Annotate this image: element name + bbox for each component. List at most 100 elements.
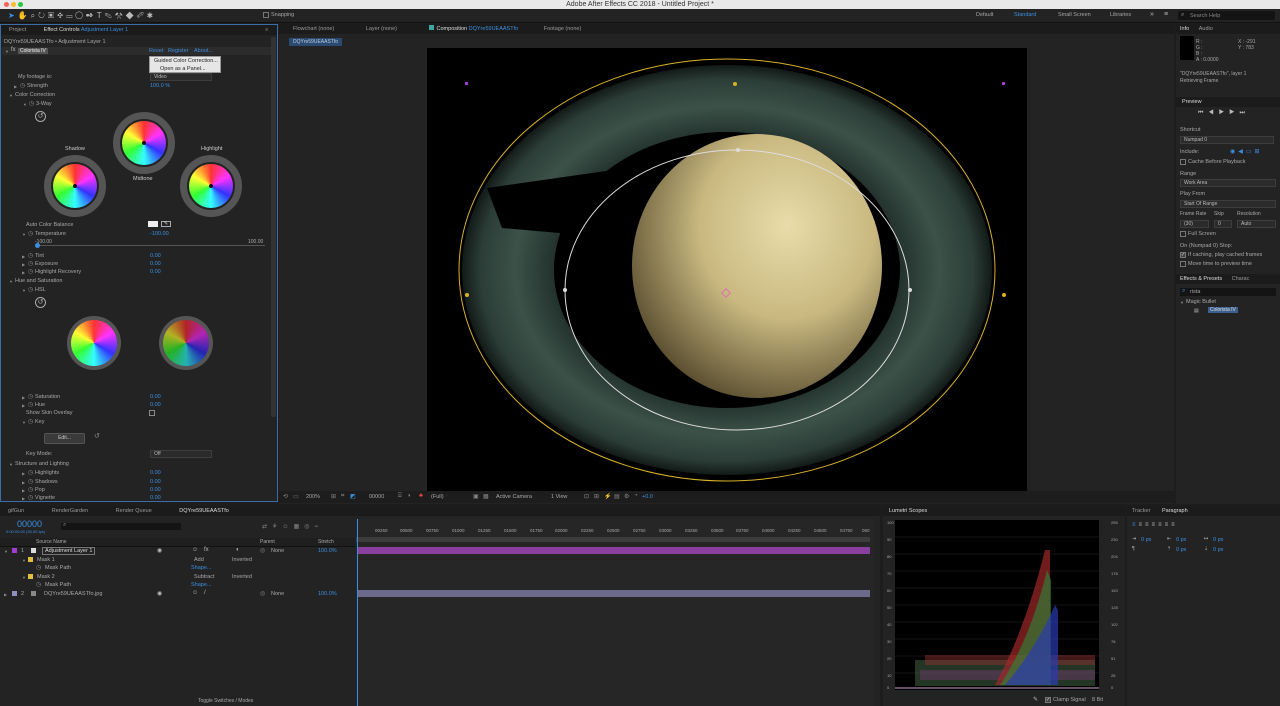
hand-tool-icon[interactable]: ✋ [18, 11, 31, 20]
tab-preview[interactable]: Preview [1176, 97, 1208, 107]
layer2-pickwhip-icon[interactable]: ◎ [260, 590, 265, 597]
ellipse-tool-icon[interactable]: ◯ [75, 11, 85, 20]
views-select[interactable]: 1 View [551, 494, 567, 500]
pop-stopwatch-icon[interactable]: ◷ [28, 486, 33, 493]
show-snapshot-icon[interactable]: ◐ [408, 493, 412, 499]
play-icon[interactable]: ▶ [1219, 110, 1229, 116]
space-before-value[interactable]: 0 px [1176, 547, 1186, 553]
exposure-value[interactable]: 0.00 [150, 261, 161, 267]
fast-previews-icon[interactable]: ⚡ [604, 493, 611, 500]
table-row[interactable]: ▶ 2 DQYre59UEAASTfo.jpg ◉ ☺ / ◎ None 100… [0, 590, 355, 598]
layer2-stretch-value[interactable]: 100.0% [318, 591, 337, 597]
tab-layer[interactable]: Layer (none) [358, 24, 405, 34]
edit-key-button[interactable]: Edit... [44, 433, 85, 444]
pop-value[interactable]: 0.00 [150, 487, 161, 493]
time-ruler[interactable]: 00250 00500 00750 01000 01250 01500 0175… [356, 528, 874, 537]
fx-switch-icon[interactable]: fx [204, 547, 209, 553]
tab-info[interactable]: Info [1176, 24, 1193, 34]
mask-path-row[interactable]: ◷ Mask Path Shape... [0, 564, 355, 572]
indent-left-value[interactable]: 0 px [1141, 537, 1151, 543]
move-time-checkbox[interactable] [1180, 261, 1186, 267]
open-as-panel-item[interactable]: Open as a Panel... [160, 66, 206, 72]
tint-stopwatch-icon[interactable]: ◷ [28, 252, 33, 259]
hsl-wheel-2[interactable] [163, 320, 209, 366]
toggle-switches-modes[interactable]: Toggle Switches / Modes [198, 698, 253, 704]
shy-switch-icon[interactable]: ☺ [192, 547, 198, 553]
layer-name[interactable]: Adjustment Layer 1 [42, 547, 96, 555]
magic-bullet-folder[interactable]: Magic Bullet [1186, 299, 1216, 305]
skip-select[interactable]: 0 [1214, 220, 1232, 228]
mask-path-row[interactable]: ◷ Mask Path Shape... [0, 581, 355, 589]
mask1-shape-link[interactable]: Shape... [191, 565, 212, 571]
workspace-small-screen[interactable]: Small Screen [1058, 12, 1091, 18]
viewer-timecode[interactable]: 00000 [369, 494, 384, 500]
layer2-parent-select[interactable]: None [271, 591, 284, 597]
timeline-timecode[interactable]: 00000 [17, 519, 42, 529]
layer2-shy-switch-icon[interactable]: ☺ [192, 590, 198, 596]
hue-saturation-expand-icon[interactable]: ▼ [9, 279, 13, 284]
saturation-value[interactable]: 0.00 [150, 394, 161, 400]
highlight-recovery-stopwatch-icon[interactable]: ◷ [28, 268, 33, 275]
vignette-value[interactable]: 0.00 [150, 495, 161, 501]
workspace-standard[interactable]: Standard [1014, 12, 1036, 18]
clone-stamp-tool-icon[interactable]: ⚒ [115, 11, 126, 20]
highlight-recovery-expand-icon[interactable]: ▶ [22, 270, 25, 275]
tab-lumetri-scopes[interactable]: Lumetri Scopes [883, 506, 933, 516]
playhead[interactable] [357, 519, 358, 706]
toggle-view-icon[interactable]: ⊡ [584, 493, 589, 500]
effect-expand-icon[interactable]: ▼ [5, 49, 9, 54]
grid-icon[interactable]: ⊞ [331, 493, 336, 500]
colorista-effect-item[interactable]: Colorista IV [1208, 307, 1238, 313]
cache-before-checkbox[interactable] [1180, 159, 1186, 165]
mask1-color[interactable] [28, 557, 33, 562]
strength-value[interactable]: 100.0 % [150, 83, 170, 89]
highlight-recovery-value[interactable]: 0.00 [150, 269, 161, 275]
footage-type-select[interactable]: Video [150, 73, 212, 81]
tab-gifgun[interactable]: gifGun [0, 506, 32, 516]
draft-3d-icon[interactable]: ⚘ [272, 524, 282, 530]
pickwhip-icon[interactable]: ◎ [260, 547, 265, 554]
brush-tool-icon[interactable]: ✎ [105, 11, 115, 20]
left-to-right-icon[interactable]: ¶ [1132, 546, 1135, 552]
clamp-signal-checkbox[interactable]: ✓ [1045, 697, 1051, 703]
effect-name[interactable]: Colorista IV [18, 48, 48, 54]
effects-search-field[interactable]: ⌕ rista [1180, 288, 1276, 296]
tab-effect-controls[interactable]: Effect Controls Adjustment Layer 1 [36, 25, 137, 35]
minimize-window-button[interactable] [11, 2, 16, 7]
hue-stopwatch-icon[interactable]: ◷ [28, 401, 33, 408]
previous-frame-icon[interactable]: ◀ [1208, 110, 1218, 116]
snapshot-icon[interactable]: ⌸ [398, 493, 402, 500]
hsl-stopwatch-icon[interactable]: ◷ [28, 286, 33, 293]
include-video-icon[interactable]: ◉ [1230, 149, 1238, 155]
mask-row[interactable]: ▼ Mask 2 Subtract Inverted [0, 573, 355, 581]
shy-icon[interactable]: ☺ [282, 524, 293, 530]
image-layer-bar[interactable] [358, 590, 870, 597]
workspace-menu-icon[interactable]: ≡ [1164, 11, 1168, 18]
vignette-stopwatch-icon[interactable]: ◷ [28, 494, 33, 501]
workspace-libraries[interactable]: Libraries [1110, 12, 1131, 18]
justify-all-icon[interactable]: ≡ [1171, 522, 1178, 528]
frame-blending-icon[interactable]: ▦ [294, 524, 305, 530]
roto-brush-tool-icon[interactable]: ✐ [137, 11, 147, 20]
tab-character[interactable]: Charac [1228, 274, 1254, 284]
mask1-expand-icon[interactable]: ▼ [22, 558, 26, 563]
three-way-expand-icon[interactable]: ▼ [23, 102, 27, 107]
key-mode-select[interactable]: Off [150, 450, 212, 458]
effect-controls-scrollbar[interactable] [271, 37, 276, 417]
tab-rendergarden[interactable]: RenderGarden [44, 506, 96, 516]
shadows-value[interactable]: 0.00 [150, 479, 161, 485]
saturation-stopwatch-icon[interactable]: ◷ [28, 393, 33, 400]
include-layers-icon[interactable]: ⊞ [1255, 149, 1263, 155]
highlight-wheel-handle[interactable] [209, 184, 213, 188]
timeline-search-field[interactable]: ⌕ [61, 522, 181, 530]
stretch-value[interactable]: 100.0% [318, 548, 337, 554]
shadow-wheel-handle[interactable] [73, 184, 77, 188]
scope-settings-icon[interactable]: ✎ [1033, 696, 1038, 703]
comp-mini-flowchart-icon[interactable]: ⇄ [262, 524, 272, 530]
register-link[interactable]: Register [168, 48, 188, 54]
full-screen-checkbox[interactable] [1180, 231, 1186, 237]
layer2-name[interactable]: DQYre59UEAASTfo.jpg [44, 591, 102, 597]
tab-comp-timeline[interactable]: DQYre59UEAASTfo [171, 506, 237, 516]
layer-label-color[interactable] [12, 548, 17, 553]
pop-expand-icon[interactable]: ▶ [22, 488, 25, 493]
